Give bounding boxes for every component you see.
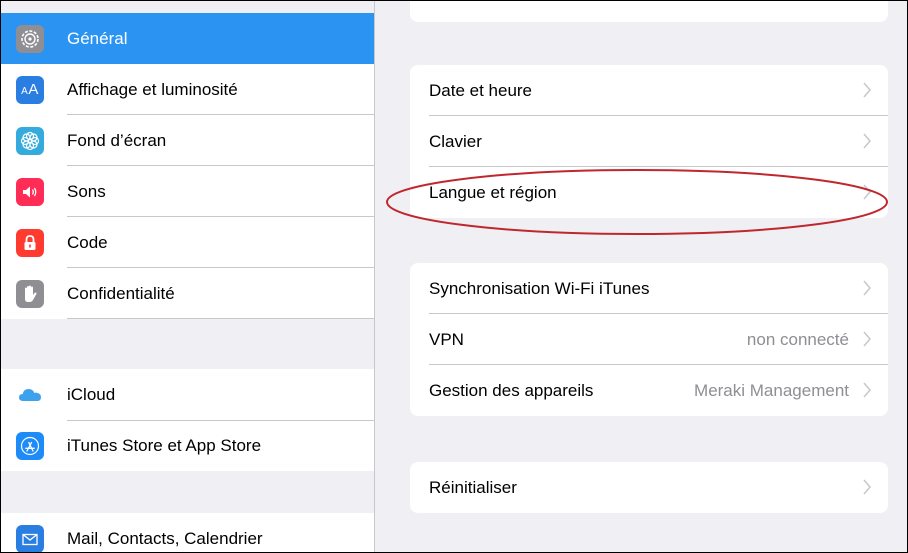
sidebar-item-itunes-app-store[interactable]: iTunes Store et App Store bbox=[1, 420, 374, 471]
sidebar-item-label: Mail, Contacts, Calendrier bbox=[67, 528, 263, 548]
sidebar-item-display-brightness[interactable]: AA Affichage et luminosité bbox=[1, 64, 374, 115]
card-date-keyboard-language: Date et heure Clavier Langue et région bbox=[410, 65, 888, 218]
sidebar-item-label: Général bbox=[67, 28, 128, 48]
card-reset: Réinitialiser bbox=[410, 462, 888, 513]
sidebar-item-icloud[interactable]: iCloud bbox=[1, 369, 374, 420]
sidebar-item-label: iCloud bbox=[67, 384, 116, 404]
separator bbox=[67, 318, 374, 319]
mail-icon bbox=[16, 524, 44, 552]
chevron-right-icon bbox=[863, 479, 871, 495]
row-language-region[interactable]: Langue et région bbox=[410, 167, 888, 218]
row-value: Meraki Management bbox=[694, 380, 849, 400]
sidebar-item-label: Affichage et luminosité bbox=[67, 79, 238, 99]
speaker-icon bbox=[16, 177, 44, 206]
separator bbox=[67, 420, 374, 421]
chevron-right-icon bbox=[863, 280, 871, 296]
sidebar-item-label: iTunes Store et App Store bbox=[67, 435, 262, 455]
sidebar-item-sounds[interactable]: Sons bbox=[1, 166, 374, 217]
lock-icon bbox=[16, 228, 44, 257]
row-keyboard[interactable]: Clavier bbox=[410, 116, 888, 167]
sidebar-item-mail-contacts-calendar[interactable]: Mail, Contacts, Calendrier bbox=[1, 513, 374, 552]
sidebar-item-label: Code bbox=[67, 232, 108, 252]
chevron-right-icon bbox=[863, 382, 871, 398]
row-label: Langue et région bbox=[429, 182, 557, 202]
gear-icon bbox=[16, 24, 44, 53]
sidebar-item-general[interactable]: Général bbox=[1, 13, 374, 64]
settings-window: Général AA Affichage et luminosité Fond … bbox=[0, 0, 908, 553]
wallpaper-flower-icon bbox=[16, 126, 44, 155]
row-wifi-itunes-sync[interactable]: Synchronisation Wi-Fi iTunes bbox=[410, 263, 888, 314]
sidebar-item-label: Fond d’écran bbox=[67, 130, 167, 150]
row-vpn[interactable]: VPN non connecté bbox=[410, 314, 888, 365]
settings-detail-pane: Date et heure Clavier Langue et région S… bbox=[375, 1, 907, 552]
sidebar-item-wallpaper[interactable]: Fond d’écran bbox=[1, 115, 374, 166]
display-brightness-icon: AA bbox=[16, 75, 44, 104]
sidebar-group-general: Général AA Affichage et luminosité Fond … bbox=[1, 13, 374, 319]
sidebar-group-accounts: iCloud iTunes Store et App Store bbox=[1, 369, 374, 471]
settings-sidebar: Général AA Affichage et luminosité Fond … bbox=[1, 1, 375, 552]
app-store-icon bbox=[16, 431, 44, 460]
sidebar-item-privacy[interactable]: Confidentialité bbox=[1, 268, 374, 319]
chevron-right-icon bbox=[863, 331, 871, 347]
row-label: VPN bbox=[429, 329, 464, 349]
row-reset[interactable]: Réinitialiser bbox=[410, 462, 888, 513]
cloud-icon bbox=[16, 380, 44, 409]
card-scrolled-top bbox=[410, 1, 888, 22]
row-label: Synchronisation Wi-Fi iTunes bbox=[429, 278, 650, 298]
sidebar-item-passcode[interactable]: Code bbox=[1, 217, 374, 268]
hand-icon bbox=[16, 279, 44, 308]
chevron-right-icon bbox=[863, 184, 871, 200]
sidebar-item-label: Confidentialité bbox=[67, 283, 175, 303]
row-label: Réinitialiser bbox=[429, 477, 517, 497]
row-date-time[interactable]: Date et heure bbox=[410, 65, 888, 116]
row-label: Date et heure bbox=[429, 80, 533, 100]
sidebar-item-label: Sons bbox=[67, 181, 106, 201]
row-device-management[interactable]: Gestion des appareils Meraki Management bbox=[410, 365, 888, 416]
row-label: Gestion des appareils bbox=[429, 380, 594, 400]
chevron-right-icon bbox=[863, 82, 871, 98]
card-sync-vpn-management: Synchronisation Wi-Fi iTunes VPN non con… bbox=[410, 263, 888, 416]
chevron-right-icon bbox=[863, 133, 871, 149]
sidebar-group-mail: Mail, Contacts, Calendrier bbox=[1, 513, 374, 552]
row-label: Clavier bbox=[429, 131, 482, 151]
row-value: non connecté bbox=[746, 329, 849, 349]
